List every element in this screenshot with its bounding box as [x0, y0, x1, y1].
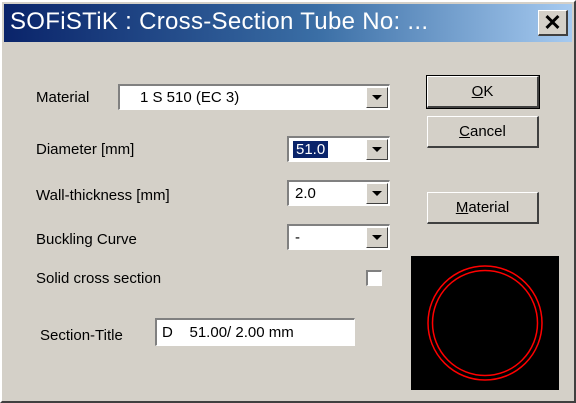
material-label: Material: [36, 89, 90, 106]
window-title: SOFiSTiK : Cross-Section Tube No: ...: [10, 8, 429, 35]
cross-section-preview: [411, 256, 559, 390]
outer-circle: [427, 265, 543, 381]
diameter-value: 51.0: [293, 141, 329, 158]
close-icon: ✕: [543, 9, 562, 35]
material-button-label: aterial: [468, 199, 510, 216]
diameter-dropdown-button[interactable]: [366, 139, 388, 160]
inner-circle: [431, 269, 539, 377]
section-title-label: Section-Title: [40, 327, 123, 344]
buckling-curve-value: -: [295, 229, 300, 246]
solid-cross-section-label: Solid cross section: [36, 270, 162, 287]
section-title-input[interactable]: D 51.00/ 2.00 mm: [155, 318, 355, 346]
ok-button[interactable]: OK: [426, 75, 540, 109]
material-accelerator: M: [455, 199, 469, 216]
buckling-curve-label: Buckling Curve: [36, 231, 137, 248]
chevron-down-icon: [372, 235, 382, 240]
cancel-button[interactable]: Cancel: [427, 116, 539, 148]
close-button[interactable]: ✕: [538, 10, 568, 36]
ok-accelerator: O: [471, 83, 484, 100]
material-button[interactable]: Material: [427, 192, 539, 224]
chevron-down-icon: [372, 95, 382, 100]
ok-label: K: [483, 83, 494, 100]
tube-preview-graphic: [427, 265, 543, 381]
chevron-down-icon: [372, 147, 382, 152]
material-value: 1 S 510 (EC 3): [140, 89, 240, 106]
buckling-curve-dropdown-button[interactable]: [366, 227, 388, 248]
diameter-select[interactable]: 51.0: [287, 136, 390, 162]
title-bar[interactable]: SOFiSTiK : Cross-Section Tube No: ... ✕: [4, 4, 572, 42]
material-dropdown-button[interactable]: [366, 87, 388, 108]
cancel-accelerator: C: [459, 123, 470, 140]
material-select[interactable]: 1 S 510 (EC 3): [118, 84, 390, 110]
diameter-label: Diameter [mm]: [36, 141, 135, 158]
chevron-down-icon: [372, 191, 382, 196]
wall-thickness-select[interactable]: 2.0: [287, 180, 390, 206]
cancel-label: ancel: [469, 123, 506, 140]
wall-thickness-dropdown-button[interactable]: [366, 183, 388, 204]
buckling-curve-select[interactable]: -: [287, 224, 390, 250]
wall-thickness-label: Wall-thickness [mm]: [36, 187, 170, 204]
solid-cross-section-checkbox[interactable]: [366, 270, 382, 286]
section-title-value: D 51.00/ 2.00 mm: [162, 324, 294, 341]
wall-thickness-value: 2.0: [295, 185, 316, 202]
